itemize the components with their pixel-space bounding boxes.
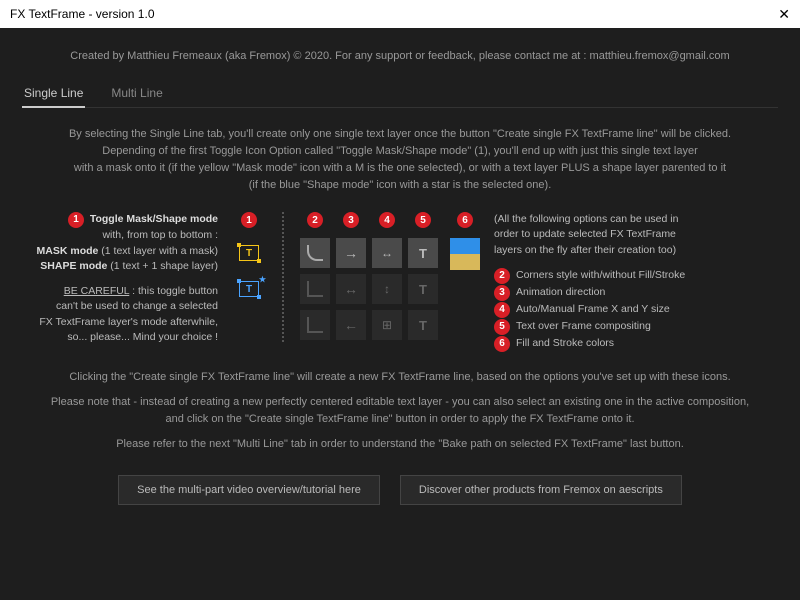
other-products-button[interactable]: Discover other products from Fremox on a… [400,475,682,505]
text-over-3[interactable]: T [408,310,438,340]
frame-auto-x[interactable]: ↔ [372,238,402,268]
stroke-color-swatch[interactable] [450,254,480,270]
credit-line: Created by Matthieu Fremeaux (aka Fremox… [22,50,778,62]
frame-manual[interactable]: ⊞ [372,310,402,340]
tab-bar: Single Line Multi Line [22,82,778,108]
footer-buttons: See the multi-part video overview/tutori… [22,475,778,505]
anim-dir-left[interactable]: ← [336,310,366,340]
left-description: 1 Toggle Mask/Shape mode with, from top … [22,212,218,353]
options-grid: 2 3 4 5 → ↔ T ↔ ↕ T [300,212,438,353]
header-badge-1: 1 [241,212,257,228]
dialog-body: Created by Matthieu Fremeaux (aka Fremox… [0,28,800,600]
close-icon[interactable]: ✕ [778,6,790,23]
toggle-mode-column: 1 T T★ [232,212,266,353]
anim-dir-both[interactable]: ↔ [336,274,366,304]
tab-single-line[interactable]: Single Line [22,82,85,108]
text-over-2[interactable]: T [408,274,438,304]
icon-panel: 1 T T★ 2 3 4 5 [232,212,480,353]
corner-style-1[interactable] [300,238,330,268]
right-description: (All the following options can be used i… [494,212,736,353]
tab-multi-line[interactable]: Multi Line [109,82,164,107]
separator-icon [282,212,284,342]
fill-color-swatch[interactable] [450,238,480,254]
video-tutorial-button[interactable]: See the multi-part video overview/tutori… [118,475,380,505]
frame-auto-y[interactable]: ↕ [372,274,402,304]
anim-dir-right[interactable]: → [336,238,366,268]
corner-style-3[interactable] [300,310,330,340]
mask-mode-button[interactable]: T [232,238,266,268]
arrow-both-icon: ↔ [344,281,358,297]
text-over-1[interactable]: T [408,238,438,268]
shape-mode-button[interactable]: T★ [232,274,266,304]
corner-style-2[interactable] [300,274,330,304]
footer-notes: Clicking the "Create single FX TextFrame… [22,369,778,453]
arrow-right-icon: → [344,245,358,261]
intro-text: By selecting the Single Line tab, you'll… [22,126,778,194]
arrow-left-icon: ← [344,317,358,333]
color-column: 6 [450,212,480,353]
badge-1: 1 [68,212,84,228]
options-panel: 1 Toggle Mask/Shape mode with, from top … [22,212,778,353]
window-title: FX TextFrame - version 1.0 [10,7,155,21]
titlebar: FX TextFrame - version 1.0 ✕ [0,0,800,28]
